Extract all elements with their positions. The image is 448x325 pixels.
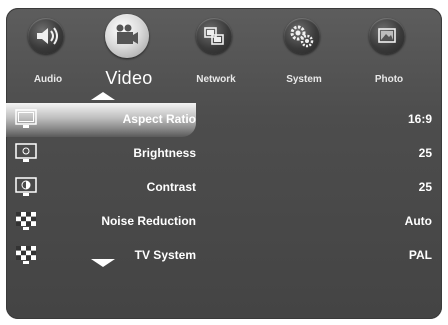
category-tabs: Audio Video Network System Photo [6,8,442,98]
setting-label: Brightness [133,146,196,160]
tab-audio[interactable]: Audio [8,18,88,90]
setting-value: 16:9 [407,112,432,126]
setting-tv-system[interactable]: TV System PAL [6,239,442,273]
setting-value: 25 [418,180,432,194]
gears-icon [284,18,320,54]
setting-label: Aspect Ratio [122,112,196,126]
setting-contrast[interactable]: Contrast 25 [6,171,442,205]
tab-label: System [286,74,322,85]
tab-label: Audio [33,74,63,85]
settings-list: Aspect Ratio 16:9 Brightness 25 Contrast… [6,103,442,273]
speaker-icon [28,18,64,54]
monitor-icon [14,108,38,130]
setting-label: Noise Reduction [101,214,196,228]
setting-label: Contrast [146,180,196,194]
monitor-icon [14,142,38,164]
setting-label: TV System [134,248,196,262]
network-icon [196,18,232,54]
tab-label: Photo [374,74,404,85]
setting-value: 25 [418,146,432,160]
checker-icon [14,244,38,266]
settings-panel: Audio Video Network System Photo Aspect … [6,8,442,319]
tab-video[interactable]: Video [89,14,169,90]
setting-aspect-ratio[interactable]: Aspect Ratio 16:9 [6,103,432,137]
setting-noise-reduction[interactable]: Noise Reduction Auto [6,205,442,239]
contrast-icon [14,176,38,198]
setting-brightness[interactable]: Brightness 25 [6,137,442,171]
tab-network[interactable]: Network [176,18,256,90]
tab-photo[interactable]: Photo [349,18,429,90]
photo-icon [369,18,405,54]
scroll-up-arrow[interactable] [91,92,115,100]
setting-value: Auto [404,214,432,228]
tab-system[interactable]: System [264,18,344,90]
setting-value: PAL [408,248,432,262]
tab-label: Network [196,74,236,85]
scroll-down-arrow[interactable] [91,259,115,267]
camera-icon [105,14,149,58]
checker-icon [14,210,38,232]
tab-label: Video [105,68,153,88]
